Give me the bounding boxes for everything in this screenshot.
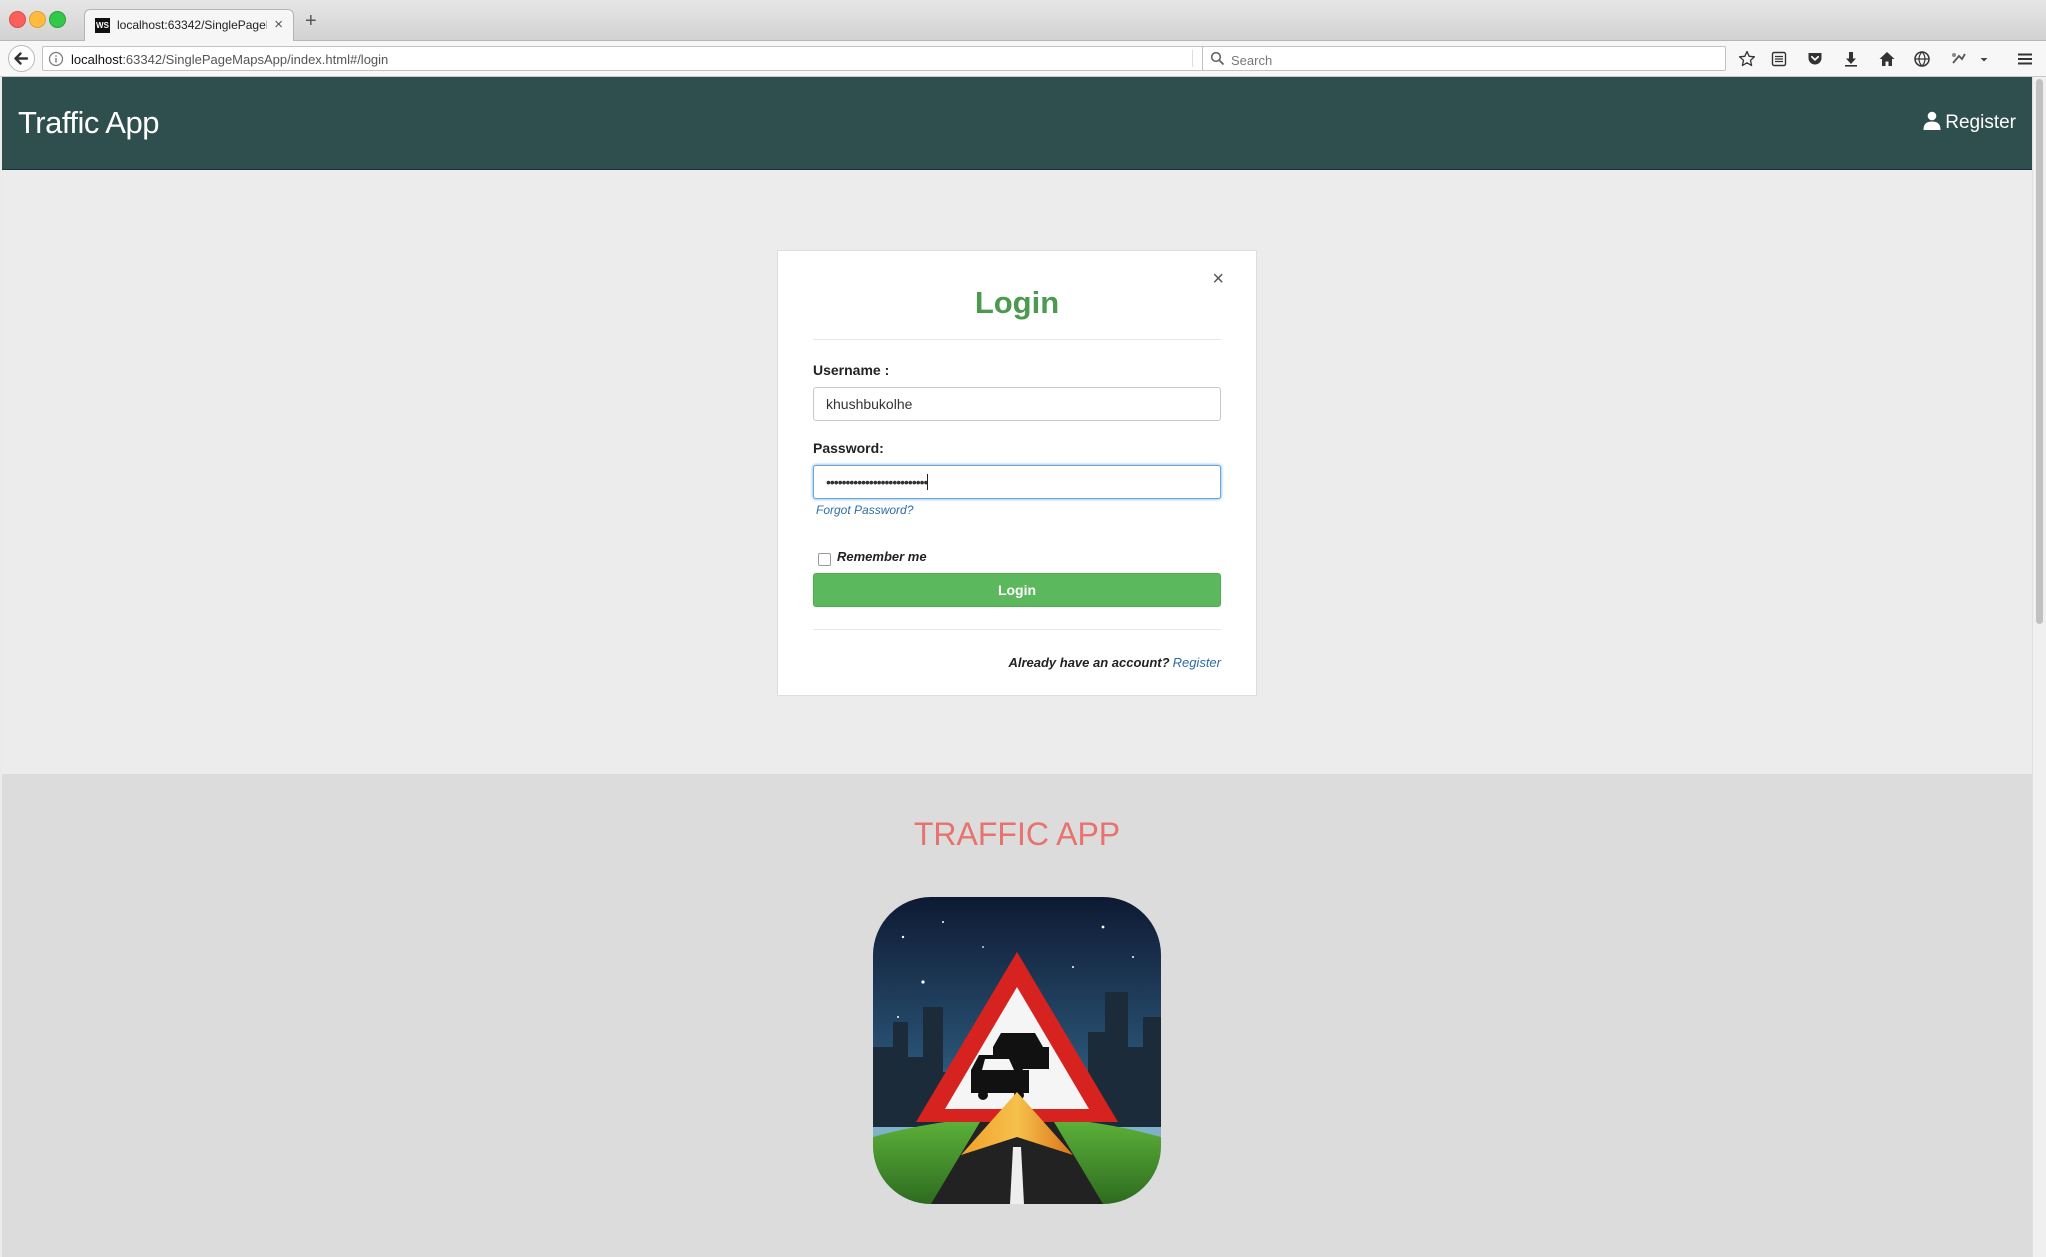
- address-bar[interactable]: localhost:63342/SinglePageMapsApp/index.…: [42, 46, 1234, 71]
- remember-me-checkbox[interactable]: [818, 553, 831, 566]
- search-placeholder: Search: [1231, 53, 1273, 68]
- search-icon: [1210, 51, 1225, 66]
- login-button[interactable]: Login: [813, 573, 1221, 607]
- text-caret: [927, 474, 929, 490]
- login-modal: × Login Username : khushbukolhe Password…: [777, 250, 1257, 696]
- reading-list-icon[interactable]: [1770, 50, 1788, 68]
- traffic-app-section: TRAFFIC APP: [2, 774, 2032, 1257]
- register-link[interactable]: Register: [1173, 655, 1221, 670]
- password-field[interactable]: ••••••••••••••••••••••••••: [813, 465, 1221, 499]
- home-icon[interactable]: [1878, 50, 1896, 68]
- account-prompt: Already have an account? Register: [1008, 655, 1221, 670]
- overflow-chevron-icon[interactable]: [1978, 50, 1990, 68]
- new-tab-button[interactable]: +: [305, 11, 317, 31]
- download-icon[interactable]: [1842, 50, 1860, 68]
- app-header: Traffic App Register: [2, 77, 2032, 170]
- scrollbar-thumb[interactable]: [2036, 79, 2043, 624]
- password-label: Password:: [813, 440, 884, 456]
- globe-extension-icon[interactable]: [1913, 50, 1931, 68]
- pocket-icon[interactable]: [1806, 50, 1824, 68]
- login-title: Login: [974, 285, 1060, 320]
- browser-tab[interactable]: WS localhost:63342/SinglePageMapsApp/ind…: [84, 9, 294, 41]
- page-scrollbar[interactable]: [2032, 77, 2046, 1257]
- back-arrow-icon: [14, 52, 29, 65]
- browser-tab-bar: WS localhost:63342/SinglePageMapsApp/ind…: [0, 0, 2046, 41]
- window-zoom-button[interactable]: [49, 11, 66, 28]
- window-close-button[interactable]: [9, 11, 26, 28]
- hamburger-menu-icon[interactable]: [2016, 50, 2034, 68]
- back-button[interactable]: [8, 45, 35, 72]
- username-label: Username :: [813, 362, 890, 378]
- account-prompt-text: Already have an account?: [1008, 655, 1170, 670]
- webstorm-favicon-icon: WS: [95, 18, 110, 33]
- site-info-icon[interactable]: [48, 51, 64, 67]
- url-separator: [1192, 50, 1193, 67]
- bookmark-star-icon[interactable]: [1738, 50, 1756, 68]
- url-text: localhost:63342/SinglePageMapsApp/index.…: [71, 52, 389, 67]
- search-bar[interactable]: Search: [1202, 46, 1726, 71]
- forgot-password-link[interactable]: Forgot Password?: [816, 503, 913, 517]
- nav-register-link[interactable]: Register: [1923, 111, 2016, 134]
- remember-me-label[interactable]: Remember me: [837, 549, 927, 564]
- tab-title: localhost:63342/SinglePageMapsApp/index.…: [117, 18, 267, 32]
- browser-toolbar: localhost:63342/SinglePageMapsApp/index.…: [0, 41, 2046, 77]
- password-value: ••••••••••••••••••••••••••: [826, 474, 928, 490]
- divider: [813, 339, 1221, 340]
- divider: [813, 629, 1221, 630]
- section-title: TRAFFIC APP: [913, 816, 1121, 852]
- tab-close-icon[interactable]: ×: [274, 16, 283, 33]
- traffic-app-logo-icon: [873, 897, 1161, 1204]
- user-icon: [1923, 111, 1941, 130]
- nav-register-label: Register: [1945, 112, 2016, 133]
- page-viewport: Traffic App Register × Login Username : …: [2, 77, 2032, 1257]
- username-field[interactable]: khushbukolhe: [813, 387, 1221, 421]
- window-minimize-button[interactable]: [29, 11, 46, 28]
- extension-icon[interactable]: [1950, 50, 1968, 68]
- brand-logo[interactable]: Traffic App: [18, 105, 159, 141]
